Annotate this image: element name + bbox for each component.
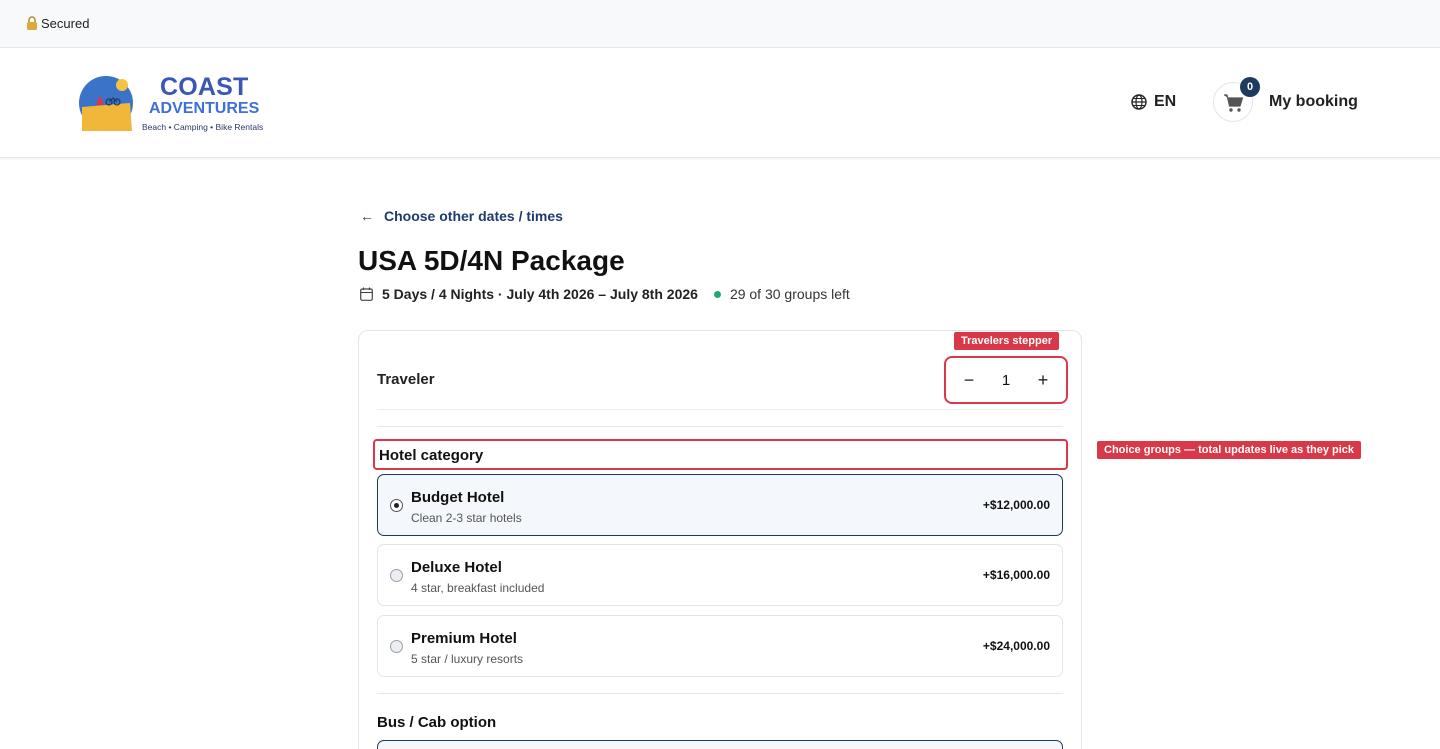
back-to-dates-link[interactable]: ← Choose other dates / times xyxy=(360,208,563,224)
option-description: 5 star / luxury resorts xyxy=(411,652,524,666)
globe-icon xyxy=(1131,94,1147,110)
brand-title: COAST xyxy=(160,73,249,101)
option-description: Clean 2-3 star hotels xyxy=(411,511,522,525)
arrow-left-icon: ← xyxy=(360,208,374,224)
page-title: USA 5D/4N Package xyxy=(358,245,625,276)
option-name: Budget Hotel xyxy=(411,489,505,506)
traveler-label: Traveler xyxy=(377,371,435,388)
language-selector[interactable]: EN xyxy=(1131,93,1176,111)
hotel-category-heading: Hotel category xyxy=(373,439,1068,470)
hotel-option-budget[interactable]: Budget Hotel Clean 2-3 star hotels +$12,… xyxy=(377,474,1063,536)
cart-count-badge: 0 xyxy=(1240,77,1260,97)
divider xyxy=(377,409,1063,410)
cart-button[interactable]: 0 xyxy=(1213,77,1260,122)
hotel-option-premium[interactable]: Premium Hotel 5 star / luxury resorts +$… xyxy=(377,615,1063,677)
annotation-choice-groups-tag: Choice groups — total updates live as th… xyxy=(1097,441,1362,459)
option-name: Premium Hotel xyxy=(411,630,517,647)
language-label: EN xyxy=(1154,93,1177,110)
radio-unselected[interactable] xyxy=(390,569,403,582)
availability-text: 29 of 30 groups left xyxy=(729,286,850,302)
beach-emblem-icon xyxy=(79,76,133,131)
decrement-button[interactable]: − xyxy=(961,370,977,391)
calendar-icon xyxy=(360,287,373,301)
option-description: 4 star, breakfast included xyxy=(411,581,545,595)
annotation-stepper-tag: Travelers stepper xyxy=(954,332,1060,350)
package-dates: 5 Days / 4 Nights · July 4th 2026 – July… xyxy=(382,286,698,302)
bus-cab-heading: Bus / Cab option xyxy=(377,714,497,731)
cart-icon xyxy=(1224,94,1244,112)
radio-unselected[interactable] xyxy=(390,640,403,653)
travelers-stepper: − 1 + xyxy=(944,356,1068,404)
brand-subtitle: ADVENTURES xyxy=(149,100,260,117)
option-price: +$24,000.00 xyxy=(982,639,1050,653)
back-link-label: Choose other dates / times xyxy=(384,208,563,224)
divider xyxy=(377,426,1063,427)
option-price: +$16,000.00 xyxy=(982,568,1050,582)
increment-button[interactable]: + xyxy=(1035,370,1051,391)
secured-label: Secured xyxy=(41,16,90,31)
option-name: Deluxe Hotel xyxy=(411,559,502,576)
lock-icon xyxy=(27,16,37,30)
divider xyxy=(377,693,1063,694)
bus-option-first[interactable] xyxy=(377,740,1063,749)
brand-tagline: Beach • Camping • Bike Rentals xyxy=(142,122,264,132)
option-price: +$12,000.00 xyxy=(982,498,1050,512)
hotel-option-deluxe[interactable]: Deluxe Hotel 4 star, breakfast included … xyxy=(377,544,1063,606)
brand-logo[interactable]: COAST ADVENTURES Beach • Camping • Bike … xyxy=(78,73,278,135)
secure-bar: Secured xyxy=(0,0,1440,48)
radio-selected[interactable] xyxy=(390,499,403,512)
site-header: COAST ADVENTURES Beach • Camping • Bike … xyxy=(0,49,1440,158)
package-meta: 5 Days / 4 Nights · July 4th 2026 – July… xyxy=(360,286,850,302)
availability-dot xyxy=(713,290,721,298)
traveler-quantity: 1 xyxy=(1001,371,1011,389)
my-booking-link[interactable]: My booking xyxy=(1269,93,1358,111)
booking-options-card: Traveler − 1 + Hotel category Budget Hot… xyxy=(358,330,1082,749)
